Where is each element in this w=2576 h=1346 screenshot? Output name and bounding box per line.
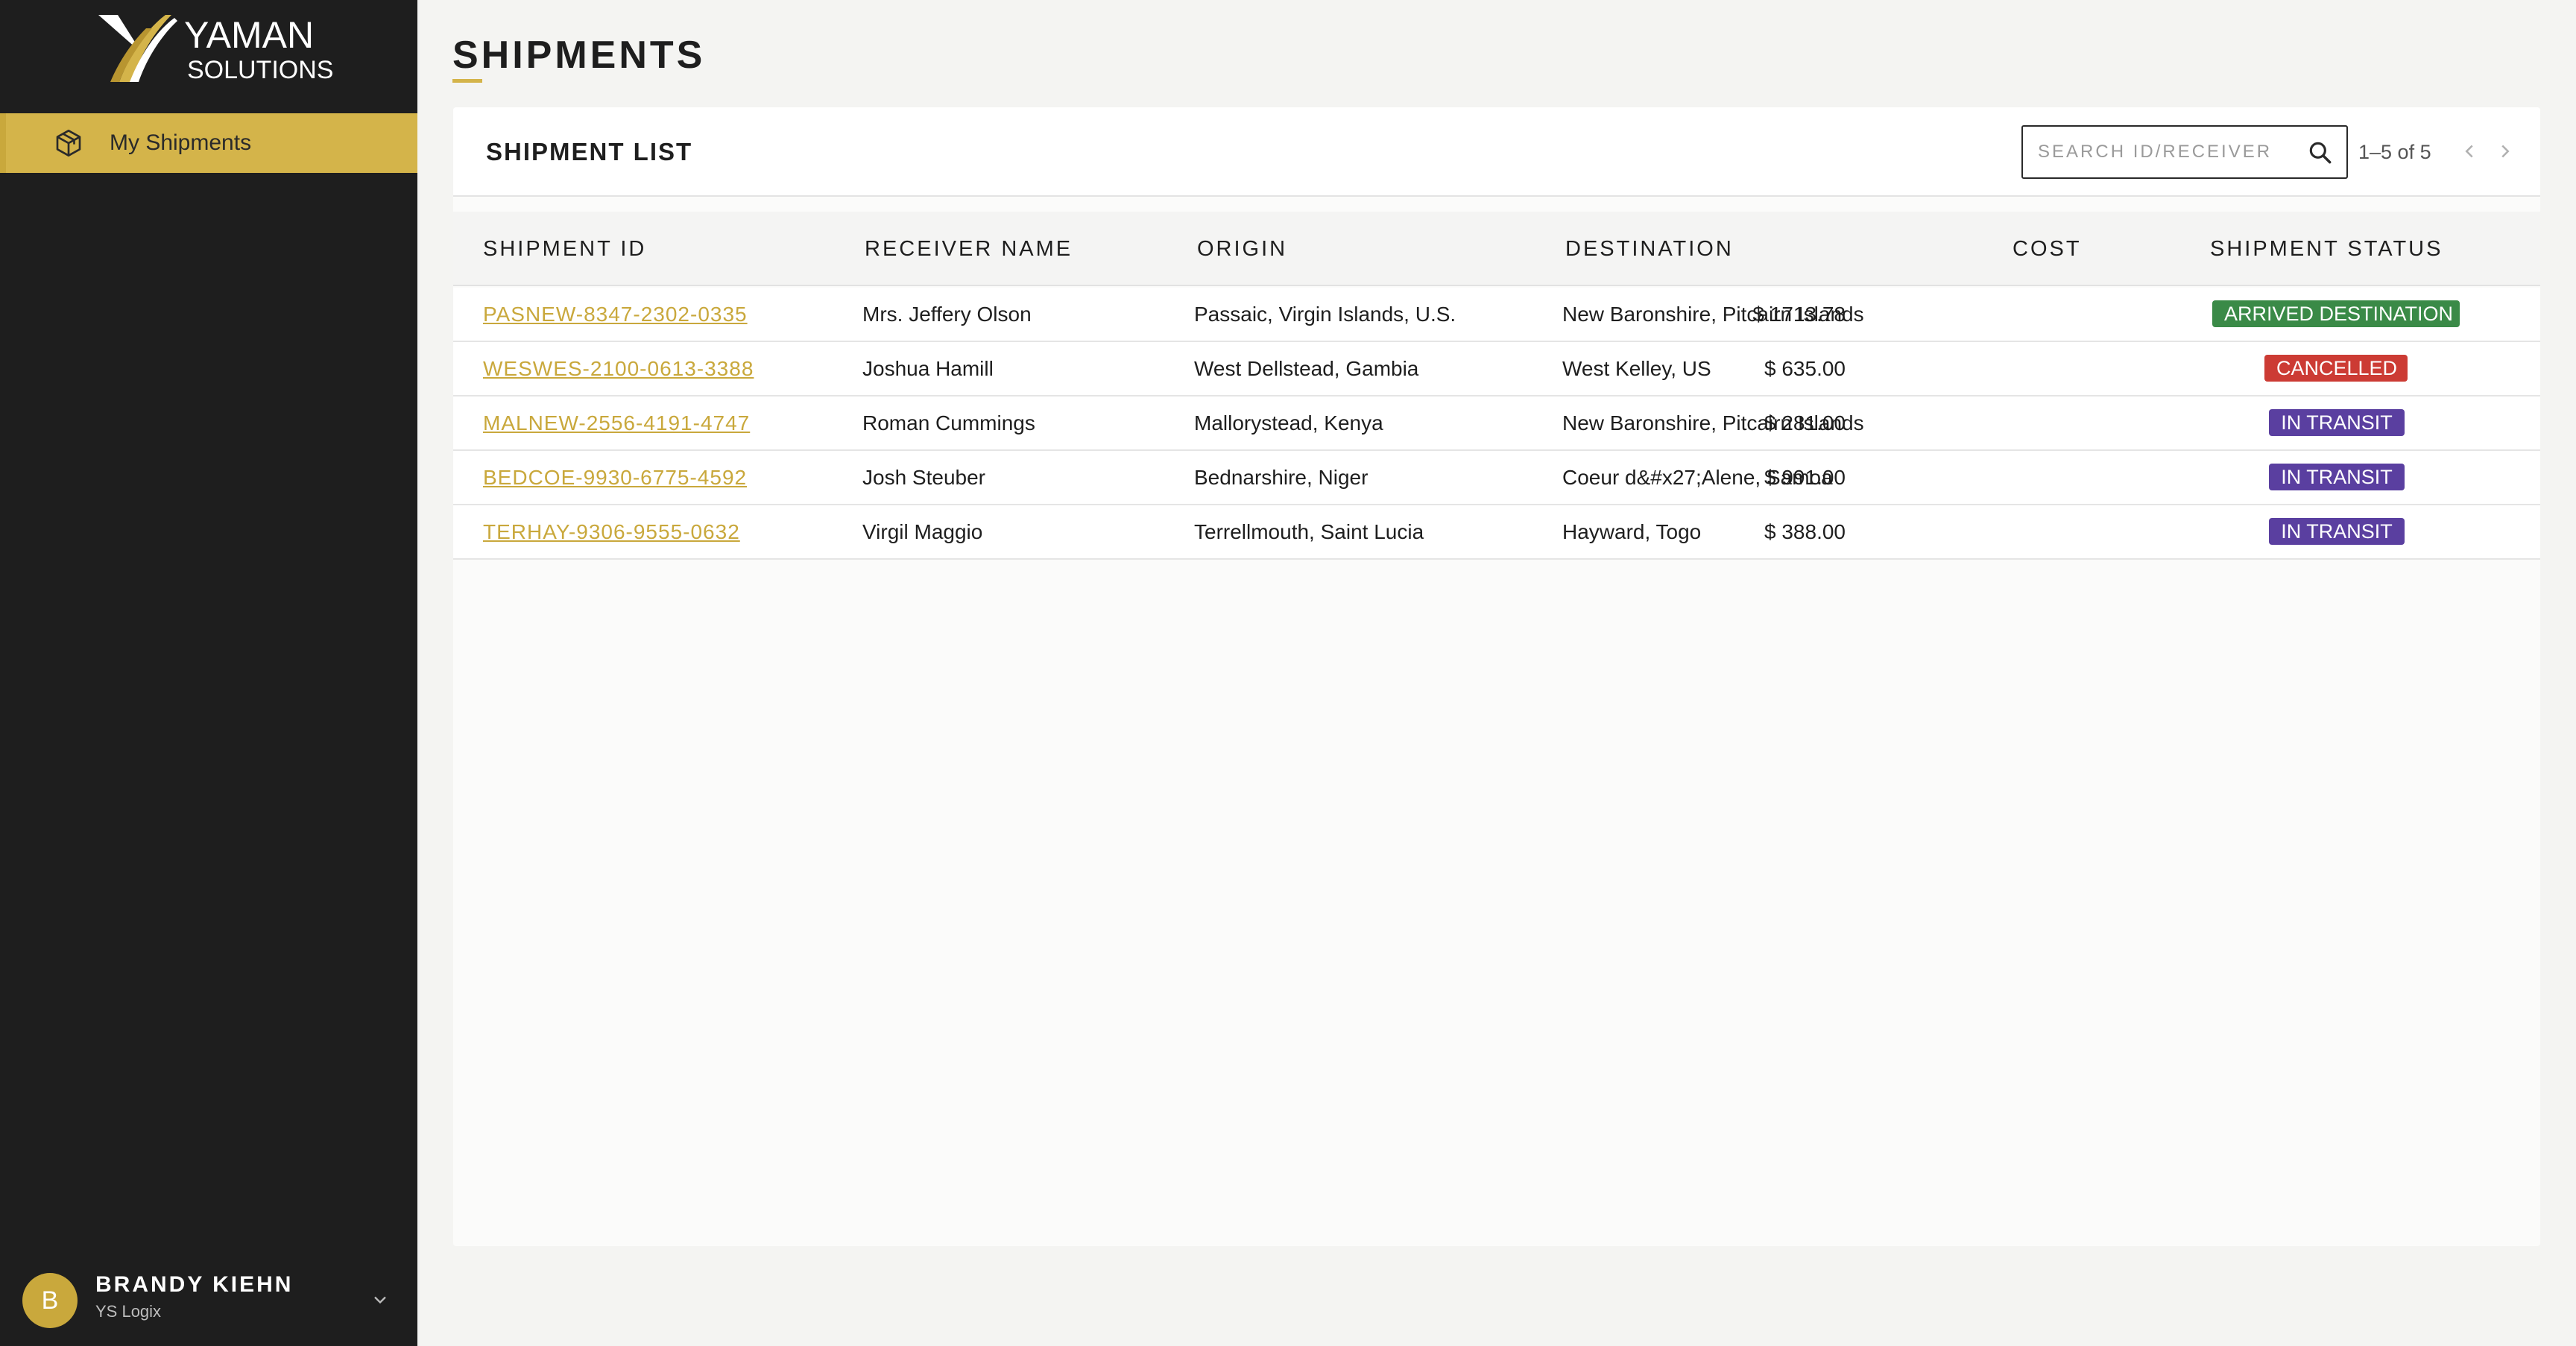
shipment-id-link[interactable]: MALNEW-2556-4191-4747 xyxy=(483,409,750,437)
brand-subtitle: SOLUTIONS xyxy=(187,56,334,84)
logo-mark-icon xyxy=(98,15,177,82)
cost: $ 1713.78 xyxy=(1752,303,1846,326)
cost: $ 281.00 xyxy=(1764,411,1846,435)
sidebar: YAMAN SOLUTIONS My Shipments B BRANDY KI… xyxy=(0,0,417,1346)
brand-name: YAMAN xyxy=(184,14,315,56)
table-row[interactable]: WESWES-2100-0613-3388 Joshua Hamill West… xyxy=(453,342,2540,396)
column-header-destination[interactable]: DESTINATION xyxy=(1565,234,1734,264)
cost: $ 991.00 xyxy=(1764,466,1846,489)
column-header-origin[interactable]: ORIGIN xyxy=(1197,234,1287,264)
column-header-cost[interactable]: COST xyxy=(2012,234,2082,264)
table-header: SHIPMENT ID RECEIVER NAME ORIGIN DESTINA… xyxy=(453,212,2540,286)
receiver-name: Virgil Maggio xyxy=(862,520,983,543)
shipment-id-link[interactable]: TERHAY-9306-9555-0632 xyxy=(483,518,740,546)
title-underline xyxy=(452,79,482,83)
status-badge: CANCELLED xyxy=(2264,355,2408,382)
status-badge: ARRIVED DESTINATION xyxy=(2212,300,2460,327)
origin: Mallorystead, Kenya xyxy=(1194,411,1383,435)
table-row[interactable]: BEDCOE-9930-6775-4592 Josh Steuber Bedna… xyxy=(453,451,2540,505)
user-organization: YS Logix xyxy=(95,1302,162,1321)
sidebar-item-label: My Shipments xyxy=(110,130,252,155)
receiver-name: Roman Cummings xyxy=(862,411,1035,435)
status-badge: IN TRANSIT xyxy=(2269,409,2405,436)
page-title: SHIPMENTS xyxy=(452,34,706,77)
origin: Terrellmouth, Saint Lucia xyxy=(1194,520,1424,543)
logo: YAMAN SOLUTIONS xyxy=(97,10,335,85)
shipment-list-card: SHIPMENT LIST 1–5 of 5 SHIPMENT ID RECEI… xyxy=(453,107,2540,1246)
shipment-id-link[interactable]: PASNEW-8347-2302-0335 xyxy=(483,300,748,329)
origin: Passaic, Virgin Islands, U.S. xyxy=(1194,303,1456,326)
column-header-shipment-id[interactable]: SHIPMENT ID xyxy=(483,234,646,264)
package-icon xyxy=(56,130,81,157)
avatar: B xyxy=(22,1273,78,1328)
origin: West Dellstead, Gambia xyxy=(1194,357,1419,380)
receiver-name: Mrs. Jeffery Olson xyxy=(862,303,1032,326)
chevron-left-icon[interactable] xyxy=(2458,140,2481,162)
table-row[interactable]: TERHAY-9306-9555-0632 Virgil Maggio Terr… xyxy=(453,505,2540,560)
user-name: BRANDY KIEHN xyxy=(95,1272,294,1297)
search-input[interactable] xyxy=(2038,137,2291,167)
chevron-down-icon[interactable] xyxy=(370,1289,391,1310)
card-header: SHIPMENT LIST 1–5 of 5 xyxy=(453,107,2540,197)
search-box[interactable] xyxy=(2021,125,2348,179)
receiver-name: Josh Steuber xyxy=(862,466,985,489)
search-icon[interactable] xyxy=(2306,139,2334,167)
origin: Bednarshire, Niger xyxy=(1194,466,1368,489)
shipment-id-link[interactable]: WESWES-2100-0613-3388 xyxy=(483,355,754,383)
status-badge: IN TRANSIT xyxy=(2269,464,2405,490)
sidebar-item-my-shipments[interactable]: My Shipments xyxy=(0,113,417,173)
table-row[interactable]: PASNEW-8347-2302-0335 Mrs. Jeffery Olson… xyxy=(453,288,2540,342)
pagination-info: 1–5 of 5 xyxy=(2358,141,2431,163)
column-header-receiver-name[interactable]: RECEIVER NAME xyxy=(865,234,1073,264)
shipment-id-link[interactable]: BEDCOE-9930-6775-4592 xyxy=(483,464,747,492)
receiver-name: Joshua Hamill xyxy=(862,357,994,380)
cost: $ 635.00 xyxy=(1764,357,1846,380)
cost: $ 388.00 xyxy=(1764,520,1846,543)
column-header-shipment-status[interactable]: SHIPMENT STATUS xyxy=(2210,234,2443,264)
status-badge: IN TRANSIT xyxy=(2269,518,2405,545)
table-row[interactable]: MALNEW-2556-4191-4747 Roman Cummings Mal… xyxy=(453,396,2540,451)
chevron-right-icon[interactable] xyxy=(2494,140,2516,162)
card-title: SHIPMENT LIST xyxy=(486,138,693,165)
user-menu[interactable]: B BRANDY KIEHN YS Logix xyxy=(0,1252,417,1346)
